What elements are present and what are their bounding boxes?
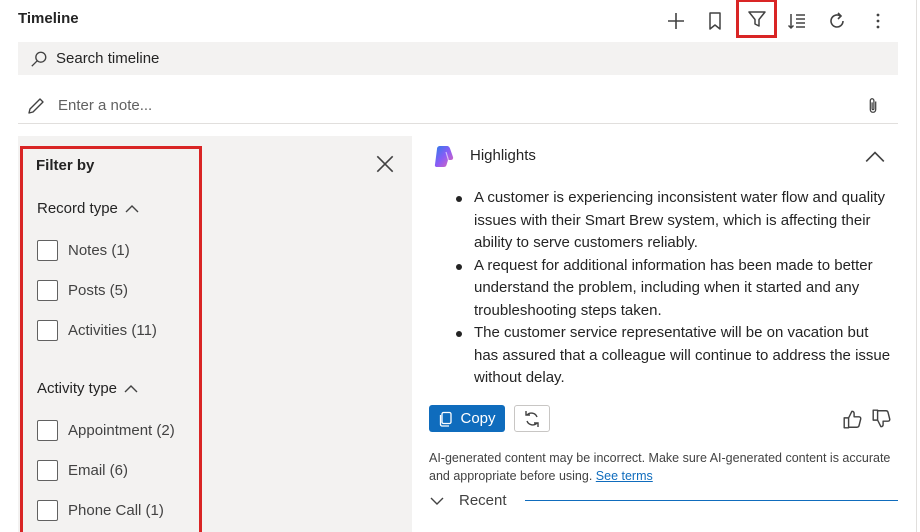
checkbox-label: Email (6): [68, 462, 129, 479]
record-type-header[interactable]: Record type: [37, 200, 140, 217]
checkbox[interactable]: [37, 280, 58, 301]
checkbox-label: Appointment (2): [68, 422, 175, 439]
copilot-icon: [434, 146, 454, 167]
timeline-title: Timeline: [18, 10, 79, 27]
filter-option-phone-call[interactable]: Phone Call (1): [37, 500, 164, 521]
bookmark-button[interactable]: [698, 6, 732, 36]
filter-icon: [747, 10, 766, 27]
more-icon: [876, 13, 880, 29]
pencil-icon: [28, 97, 44, 114]
chevron-up-icon: [125, 204, 139, 212]
filter-option-posts[interactable]: Posts (5): [37, 280, 128, 301]
disclaimer-text: AI-generated content may be incorrect. M…: [429, 451, 891, 483]
search-input[interactable]: Search timeline: [18, 42, 898, 75]
sort-icon: [787, 14, 805, 30]
attachment-icon[interactable]: [864, 96, 882, 116]
filter-option-notes[interactable]: Notes (1): [37, 240, 130, 261]
add-icon: [668, 13, 684, 29]
thumbs-down-icon[interactable]: [871, 408, 893, 430]
checkbox[interactable]: [37, 320, 58, 341]
note-placeholder: Enter a note...: [58, 97, 153, 114]
refresh-icon: [830, 12, 844, 28]
checkbox-label: Phone Call (1): [68, 502, 164, 519]
refresh-button[interactable]: [820, 6, 854, 36]
copy-icon: [440, 411, 453, 427]
filter-option-activities[interactable]: Activities (11): [37, 320, 157, 341]
copy-button[interactable]: Copy: [429, 405, 505, 432]
filter-title: Filter by: [36, 157, 95, 174]
recent-divider: [525, 500, 898, 501]
highlight-item: A customer is experiencing inconsistent …: [456, 187, 894, 255]
highlights-title: Highlights: [470, 147, 536, 164]
recent-label: Recent: [459, 492, 507, 509]
recent-section-toggle[interactable]: Recent: [429, 492, 507, 509]
chevron-up-icon: [124, 384, 138, 392]
copy-label: Copy: [460, 410, 496, 427]
search-placeholder: Search timeline: [56, 50, 160, 67]
checkbox[interactable]: [37, 240, 58, 261]
chevron-down-icon: [430, 497, 444, 505]
checkbox-label: Activities (11): [68, 322, 157, 339]
highlight-item: The customer service representative will…: [456, 322, 894, 390]
record-type-label: Record type: [37, 200, 118, 217]
activity-type-label: Activity type: [37, 380, 118, 397]
right-border: [916, 0, 917, 532]
bookmark-icon: [709, 12, 721, 30]
ai-disclaimer: AI-generated content may be incorrect. M…: [429, 449, 899, 485]
activity-type-header[interactable]: Activity type: [37, 380, 139, 397]
checkbox[interactable]: [37, 500, 58, 521]
chevron-up-icon[interactable]: [864, 146, 886, 168]
search-icon: [31, 51, 47, 67]
sort-button[interactable]: [780, 6, 814, 36]
highlight-item: A request for additional information has…: [456, 255, 894, 323]
more-button[interactable]: [861, 6, 895, 36]
note-input[interactable]: Enter a note...: [18, 88, 898, 124]
filter-button[interactable]: [736, 0, 777, 38]
close-icon[interactable]: [374, 153, 396, 175]
see-terms-link[interactable]: See terms: [596, 469, 653, 483]
thumbs-up-icon[interactable]: [842, 408, 864, 430]
add-button[interactable]: [659, 6, 693, 36]
filter-option-email[interactable]: Email (6): [37, 460, 128, 481]
filter-option-appointment[interactable]: Appointment (2): [37, 420, 175, 441]
regenerate-icon: [525, 410, 539, 427]
regenerate-button[interactable]: [514, 405, 550, 432]
checkbox-label: Notes (1): [68, 242, 130, 259]
checkbox[interactable]: [37, 420, 58, 441]
checkbox[interactable]: [37, 460, 58, 481]
checkbox-label: Posts (5): [68, 282, 129, 299]
highlights-list: A customer is experiencing inconsistent …: [456, 187, 894, 390]
